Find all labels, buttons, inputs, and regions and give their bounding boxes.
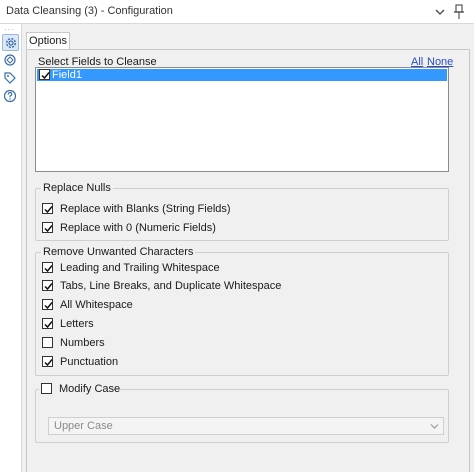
checkmark-icon	[41, 72, 50, 80]
replace-blanks-checkbox[interactable]	[42, 203, 53, 214]
replace-nulls-title: Replace Nulls	[41, 181, 113, 195]
remove-chars-group: Remove Unwanted Characters Leading and T…	[35, 245, 449, 376]
checkmark-icon	[44, 265, 53, 273]
remove-chars-title: Remove Unwanted Characters	[41, 245, 196, 259]
options-panel: Select Fields to Cleanse All None Field1…	[26, 49, 470, 472]
tabs-linebreaks-checkbox[interactable]	[42, 280, 53, 291]
case-dropdown-value: Upper Case	[54, 420, 113, 432]
title-bar: Data Cleansing (3) - Configuration	[0, 0, 474, 24]
checkmark-icon	[44, 359, 53, 367]
tab-options[interactable]: Options	[26, 32, 70, 50]
rail-grip-icon: ···	[4, 25, 15, 34]
modify-case-checkbox[interactable]	[41, 383, 52, 394]
window-title: Data Cleansing (3) - Configuration	[6, 5, 173, 17]
field1-label: Field1	[52, 69, 82, 81]
leading-trailing-checkbox[interactable]	[42, 262, 53, 273]
rail-annotation-button[interactable]	[2, 70, 19, 87]
case-dropdown[interactable]: Upper Case	[48, 417, 444, 435]
rail-help-button[interactable]	[2, 88, 19, 105]
checkmark-icon	[44, 283, 53, 291]
help-icon	[3, 89, 17, 103]
all-whitespace-label: All Whitespace	[60, 299, 133, 311]
side-icon-rail: ···	[0, 24, 22, 472]
numbers-label: Numbers	[60, 337, 105, 349]
checkmark-icon	[44, 206, 53, 214]
modify-case-label: Modify Case	[59, 383, 121, 395]
checkmark-icon	[44, 321, 53, 329]
replace-blanks-label: Replace with Blanks (String Fields)	[60, 203, 231, 215]
chevron-down-icon	[430, 424, 439, 429]
letters-checkbox[interactable]	[42, 318, 53, 329]
replace-zero-label: Replace with 0 (Numeric Fields)	[60, 222, 216, 234]
connection-icon	[4, 54, 16, 66]
configuration-window: Data Cleansing (3) - Configuration ··· O…	[0, 0, 474, 472]
letters-label: Letters	[60, 318, 94, 330]
leading-trailing-label: Leading and Trailing Whitespace	[60, 262, 220, 274]
rail-connection-button[interactable]	[2, 52, 19, 69]
list-item[interactable]: Field1	[37, 69, 447, 81]
punctuation-label: Punctuation	[60, 356, 119, 368]
numbers-checkbox[interactable]	[42, 337, 53, 348]
rail-configuration-button[interactable]	[2, 34, 19, 51]
replace-zero-checkbox[interactable]	[42, 222, 53, 233]
checkmark-icon	[44, 225, 53, 233]
tag-icon	[4, 72, 16, 84]
checkmark-icon	[44, 302, 53, 310]
replace-nulls-group: Replace Nulls Replace with Blanks (Strin…	[35, 181, 449, 241]
modify-case-option[interactable]: Modify Case	[39, 382, 120, 396]
punctuation-checkbox[interactable]	[42, 356, 53, 367]
pin-icon[interactable]	[452, 4, 466, 20]
field1-checkbox[interactable]	[39, 69, 50, 80]
all-whitespace-checkbox[interactable]	[42, 299, 53, 310]
chevron-down-icon[interactable]	[434, 7, 446, 17]
modify-case-group: Modify Case Upper Case	[35, 382, 449, 443]
fields-list[interactable]: Field1	[35, 67, 449, 172]
gear-icon	[5, 37, 17, 49]
tabs-linebreaks-label: Tabs, Line Breaks, and Duplicate Whitesp…	[60, 280, 282, 292]
